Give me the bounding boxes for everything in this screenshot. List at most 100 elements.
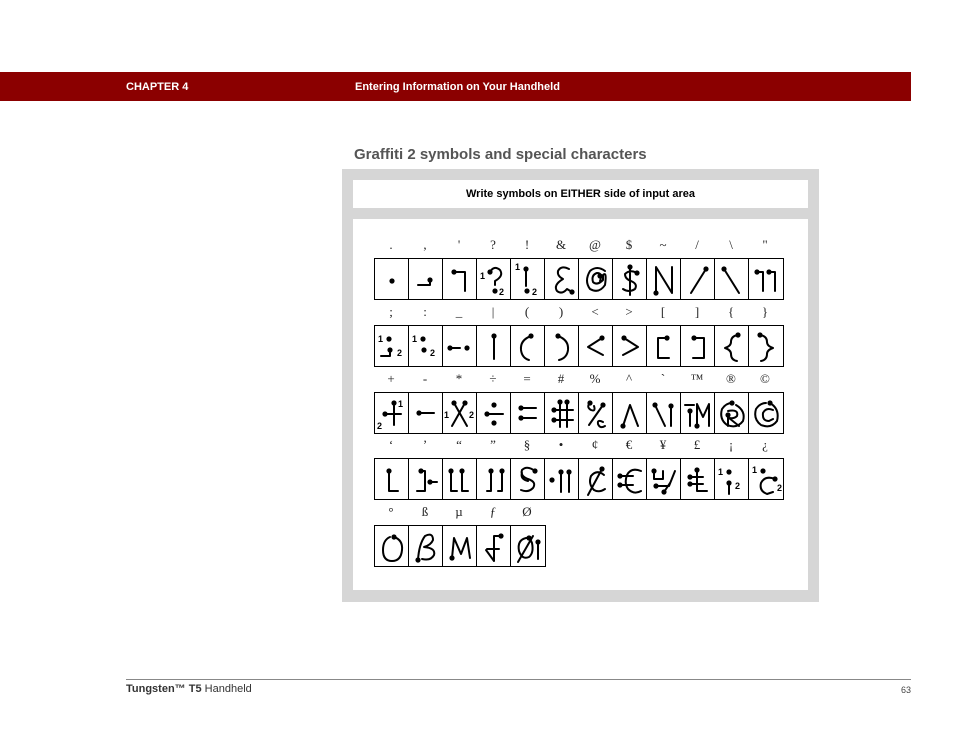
rparen-stroke-icon [555,333,570,361]
graffiti-stroke-cell [477,459,511,499]
graffiti-stroke-cell [647,393,681,433]
symbol-label: % [589,371,601,386]
stroke-cells: 1212 [374,258,784,300]
graffiti-stroke-cell [749,393,783,433]
product-model: T5 [188,683,202,695]
minus-stroke-icon [416,410,435,416]
quote-stroke-icon [754,269,776,292]
symbol-label: ÷ [489,371,497,386]
lbracket-stroke-icon [657,335,670,359]
graffiti-stroke-cell [681,259,715,299]
graffiti-stroke-cell: 12 [511,259,545,299]
graffiti-stroke-cell: 12 [715,459,749,499]
symbol-label: ( [524,304,530,319]
graffiti-stroke-cell [647,459,681,499]
lsquo-stroke-icon [386,468,399,492]
graffiti-stroke-cell [511,393,545,433]
graffiti-stroke-cell [511,326,545,366]
pound-stroke-icon [687,467,708,492]
graffiti-symbols-panel: Write symbols on EITHER side of input ar… [342,169,819,602]
hash-stroke-icon [551,399,574,428]
page-number: 63 [900,685,911,695]
chapter-label: CHAPTER 4 [126,81,189,93]
tilde-stroke-icon [653,266,673,296]
stroke-cells: 1212 [374,325,784,367]
graffiti-stroke-cell [579,326,613,366]
backslash-stroke-icon [721,266,740,294]
svg-text:2: 2 [735,481,740,491]
svg-text:1: 1 [480,271,485,281]
graffiti-stroke-cell [647,259,681,299]
euro-stroke-icon [617,468,642,494]
bullet-stroke-icon [549,469,572,493]
plus-stroke-icon: 12 [377,399,403,431]
symbol-label: ; [389,304,393,319]
dot-stroke-icon [389,278,395,284]
stroke-cells: 12 12 [374,392,784,434]
trademark-stroke-icon [684,403,710,429]
copyright-stroke-icon [754,400,779,428]
symbol-label: ƒ [489,504,497,519]
lparen-stroke-icon [519,333,534,361]
graffiti-stroke-cell [477,326,511,366]
graffiti-stroke-cell [681,459,715,499]
eszett-stroke-icon [415,533,436,563]
graffiti-stroke-cell [749,326,783,366]
graffiti-stroke-cell [409,393,443,433]
stroke-cells: 1212 [374,458,784,500]
backtick-stroke-icon [652,402,674,427]
symbol-label: ^ [625,371,633,386]
svg-text:2: 2 [777,483,782,493]
symbol-label: \ [729,237,733,252]
graffiti-stroke-cell [375,459,409,499]
stroke-cells [374,525,546,567]
graffiti-stroke-cell: 12 [375,393,409,433]
symbols-grid: ., '?! & @ $ ~ / \ " 1 2 1 2;: _ |() < >[]{} 1 2 1 2 + - * ÷ = #% ^… [353,219,808,590]
rsquo-stroke-icon [416,468,438,492]
degree-stroke-icon [382,534,404,562]
symbol-label: ™ [690,371,704,386]
symbol-label: ” [490,437,496,452]
svg-text:1: 1 [752,465,757,475]
footer-product: Tungsten™ T5 Handheld [126,683,252,695]
cent-stroke-icon [587,466,606,496]
slash-stroke-icon [690,266,709,294]
apostrophe-stroke-icon [451,269,466,292]
symbol-label: € [625,437,633,452]
graffiti-stroke-cell [681,326,715,366]
graffiti-stroke-cell [375,526,409,566]
symbol-label: ] [694,304,700,319]
florin-stroke-icon [485,533,504,562]
symbol-label: " [762,237,768,252]
symbol-label: © [760,371,770,386]
graffiti-stroke-cell [545,326,579,366]
symbol-label: # [557,371,565,386]
symbol-label: } [761,304,769,319]
graffiti-stroke-cell [511,459,545,499]
chapter-title: Entering Information on Your Handheld [355,81,560,93]
semicolon-stroke-icon: 12 [378,334,402,358]
lbrace-stroke-icon [724,332,741,362]
registered-stroke-icon [720,400,745,428]
graffiti-stroke-cell: 12 [443,393,477,433]
section-title: Graffiti 2 symbols and special character… [354,146,647,163]
underscore-stroke-icon [447,345,470,351]
symbol-label: - [422,371,428,386]
ampersand-stroke-icon [554,266,575,295]
rdquo-stroke-icon [486,468,505,492]
graffiti-stroke-cell [409,459,443,499]
symbol-label: / [695,237,699,252]
symbol-label: ¿ [762,437,768,452]
comma-stroke-icon [417,277,433,286]
greater-stroke-icon [621,335,639,356]
oslash-stroke-icon [517,535,541,563]
svg-text:2: 2 [532,287,537,297]
at-stroke-icon [586,267,607,292]
symbol-label: & [555,237,567,252]
symbol-label: ¢ [591,437,599,452]
symbol-label: § [523,437,531,452]
symbol-label: Ø [522,504,532,519]
graffiti-stroke-cell [647,326,681,366]
symbol-label: ® [726,371,736,386]
symbol-label: “ [456,437,462,452]
